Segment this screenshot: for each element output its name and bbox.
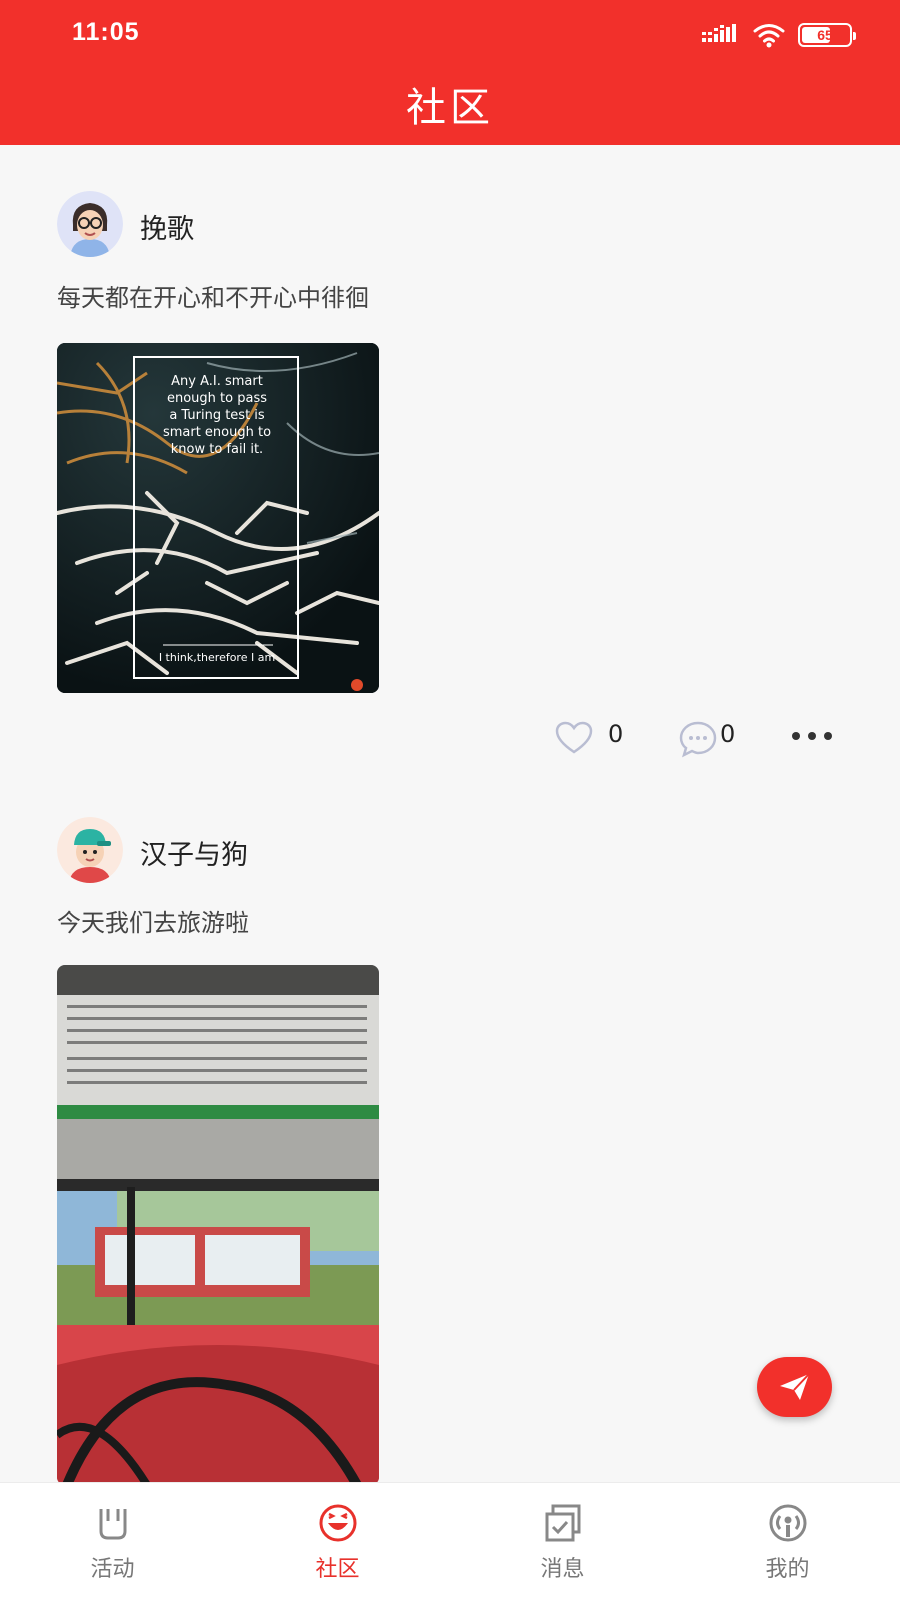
tab-community[interactable]: 社区: [225, 1483, 450, 1600]
tab-messages[interactable]: 消息: [450, 1483, 675, 1600]
bottom-tab-bar: 活动 社区 消息 我的: [0, 1482, 900, 1600]
post-username[interactable]: 挽歌: [140, 207, 194, 246]
post-actions: 0 0: [0, 720, 900, 770]
post-image[interactable]: [57, 965, 379, 1482]
tab-activity[interactable]: 活动: [0, 1483, 225, 1600]
page-title: 社区: [406, 85, 494, 131]
tab-label: 社区: [315, 1557, 360, 1582]
post-text: 每天都在开心和不开心中徘徊: [57, 284, 369, 312]
paper-plane-icon: [779, 1373, 810, 1400]
tab-label: 消息: [540, 1557, 585, 1582]
send-post-button[interactable]: [757, 1357, 832, 1417]
image-caption-line: Any A.I. smart: [171, 374, 263, 389]
activity-icon: [99, 1509, 126, 1540]
community-smile-icon: [319, 1504, 356, 1542]
avatar[interactable]: [57, 191, 123, 257]
battery-icon: 65: [798, 23, 856, 47]
heart-outline-icon[interactable]: [554, 720, 594, 756]
wifi-icon: [753, 24, 785, 48]
battery-level: 65: [817, 27, 833, 43]
profile-broadcast-icon: [769, 1504, 806, 1542]
image-caption-line: know to fail it.: [171, 442, 263, 457]
comment-count: 0: [720, 720, 736, 748]
community-feed[interactable]: 挽歌 每天都在开心和不开心中徘徊 Any A.I. smart enough t…: [0, 145, 900, 1482]
more-dots-icon[interactable]: [790, 730, 834, 742]
post-username[interactable]: 汉子与狗: [140, 833, 248, 872]
post-text: 今天我们去旅游啦: [57, 909, 249, 937]
tab-label: 活动: [90, 1557, 135, 1582]
status-icons: 65: [702, 20, 856, 50]
like-count: 0: [608, 720, 624, 748]
message-icon: [545, 1504, 580, 1542]
status-time: 11:05: [72, 18, 140, 46]
image-footer-text: I think,therefore I am: [159, 651, 275, 664]
post-image[interactable]: Any A.I. smart enough to pass a Turing t…: [57, 343, 379, 693]
chat-bubble-icon[interactable]: [678, 720, 718, 758]
avatar[interactable]: [57, 817, 123, 883]
image-caption-line: enough to pass: [167, 391, 267, 406]
signal-icon: [702, 24, 736, 42]
app-header: 11:05 65 社区: [0, 0, 900, 145]
status-bar: 11:05 65: [0, 0, 900, 70]
image-caption-line: a Turing test is: [169, 408, 265, 423]
post-image-art: Any A.I. smart enough to pass a Turing t…: [57, 343, 379, 693]
post-image-photo: [57, 965, 379, 1482]
tab-profile[interactable]: 我的: [675, 1483, 900, 1600]
tab-label: 我的: [765, 1557, 810, 1582]
image-caption-line: smart enough to: [163, 425, 271, 440]
post-card: 挽歌 每天都在开心和不开心中徘徊 Any A.I. smart enough t…: [0, 145, 900, 785]
